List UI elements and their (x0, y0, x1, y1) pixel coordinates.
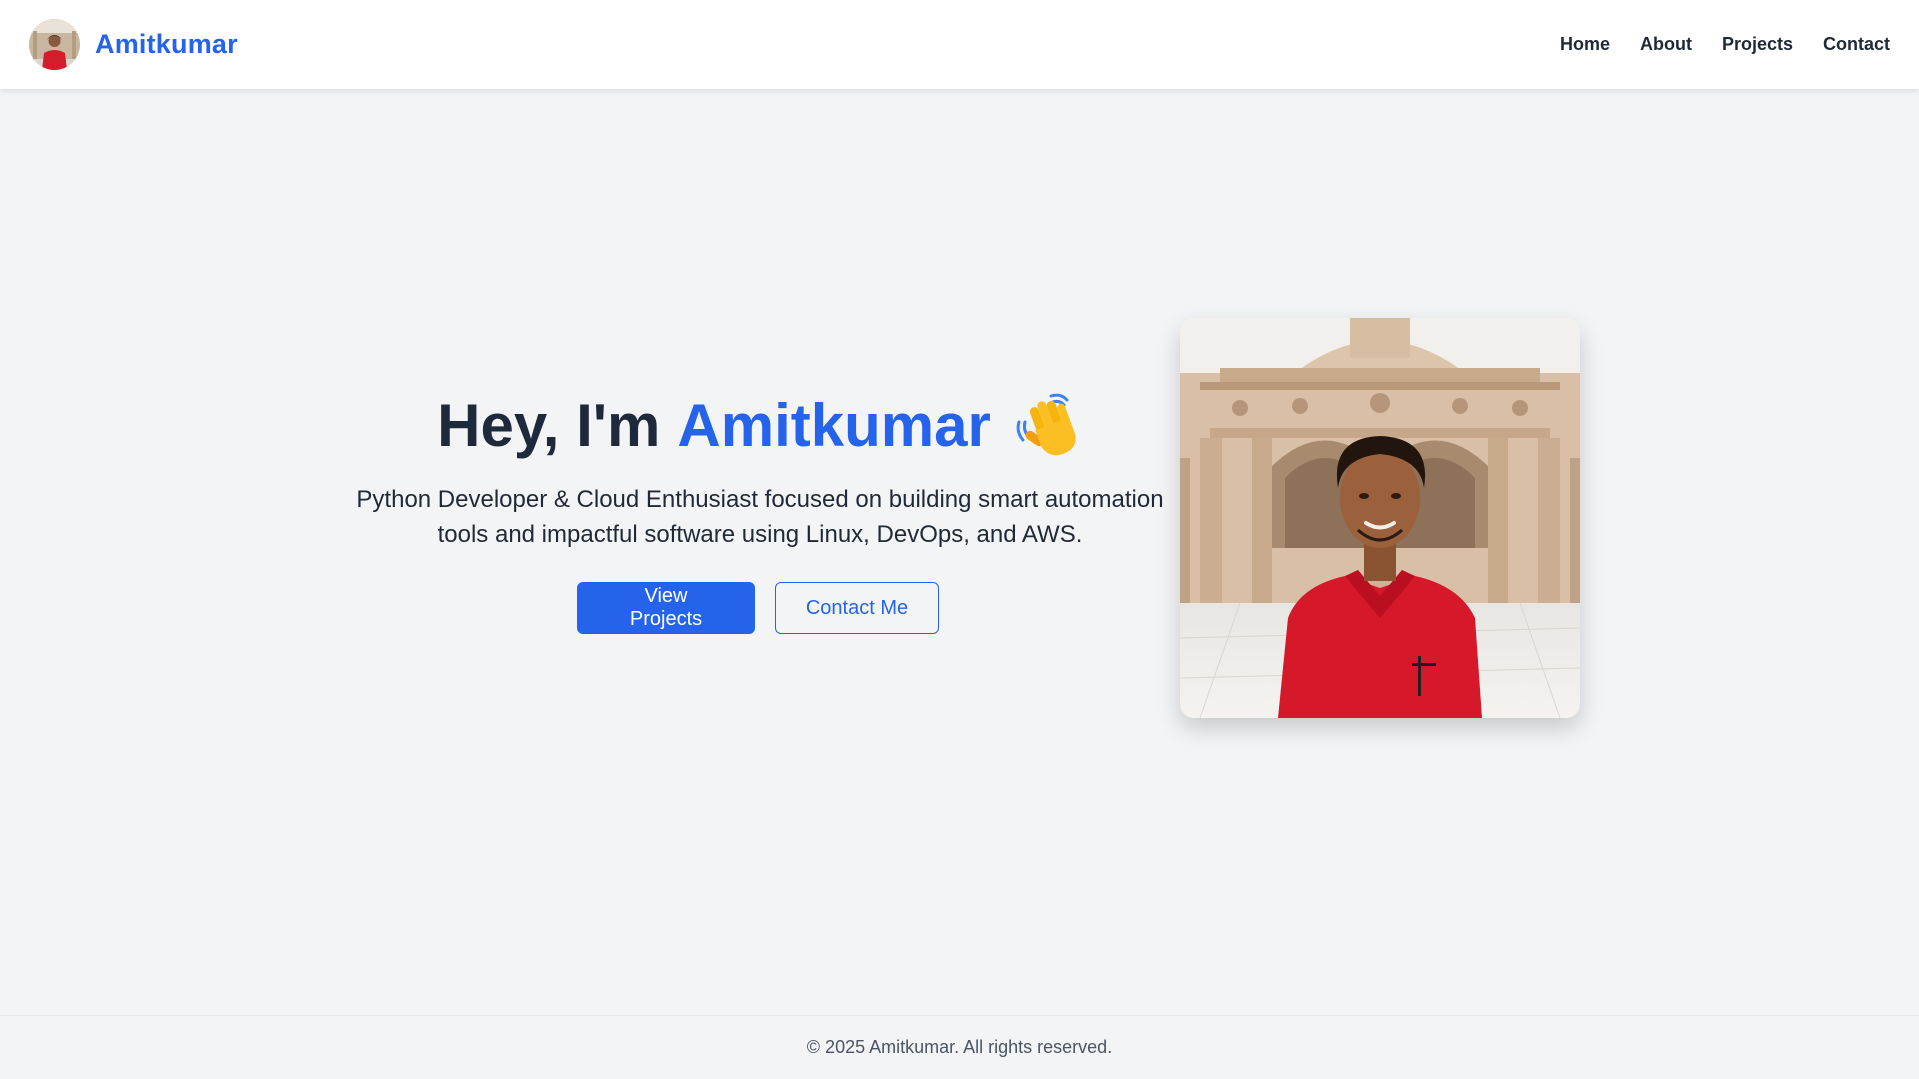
avatar (29, 19, 80, 70)
view-projects-button[interactable]: View Projects (577, 582, 755, 634)
profile-photo (1180, 318, 1580, 718)
nav-links: Home About Projects Contact (1560, 34, 1890, 55)
navbar: Amitkumar Home About Projects Contact (0, 0, 1919, 89)
hero-section: Hey, I'm Amitkumar Python Developer & Cl… (350, 390, 1170, 634)
hero-greeting: Hey, I'm (437, 392, 661, 459)
waving-hand-icon (1013, 392, 1083, 460)
brand-link[interactable]: Amitkumar (29, 19, 238, 70)
nav-link-projects[interactable]: Projects (1722, 34, 1793, 55)
footer: © 2025 Amitkumar. All rights reserved. (0, 1015, 1919, 1079)
nav-link-about[interactable]: About (1640, 34, 1692, 55)
hero-subtitle: Python Developer & Cloud Enthusiast focu… (356, 486, 1164, 548)
hero-actions: View Projects Contact Me (350, 582, 1170, 634)
hero-name: Amitkumar (677, 392, 991, 459)
footer-copyright: © 2025 Amitkumar. All rights reserved. (806, 1037, 1113, 1057)
nav-link-home[interactable]: Home (1560, 34, 1610, 55)
brand-name: Amitkumar (95, 29, 238, 59)
nav-link-contact[interactable]: Contact (1823, 34, 1890, 55)
hero-title: Hey, I'm Amitkumar (437, 390, 1083, 462)
contact-me-button[interactable]: Contact Me (775, 582, 939, 634)
